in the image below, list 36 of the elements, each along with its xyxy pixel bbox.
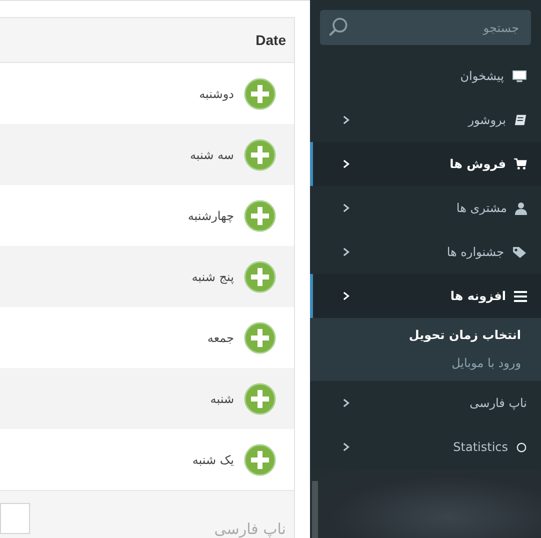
add-icon[interactable] xyxy=(244,200,276,232)
add-icon[interactable] xyxy=(244,138,276,170)
table-cell: سه شنبه xyxy=(190,148,234,162)
column-header: Date xyxy=(256,32,286,48)
submenu-item[interactable]: انتخاب زمان تحویل xyxy=(310,321,541,349)
table-cell: یک شنبه xyxy=(192,452,234,466)
menu-item[interactable]: افزونه ها xyxy=(310,274,541,318)
menu-item[interactable]: پیشخوان xyxy=(310,54,541,98)
scrollbar[interactable] xyxy=(312,481,318,538)
add-icon[interactable] xyxy=(244,78,276,110)
table-cell: جمعه xyxy=(207,330,234,344)
menu-item[interactable]: فروش ها xyxy=(310,142,541,186)
table-cell: چهارشنبه xyxy=(188,208,234,222)
submenu-item[interactable]: ورود با موبایل xyxy=(310,349,541,377)
menu-item[interactable]: بروشور xyxy=(310,98,541,142)
table-cell: شنبه xyxy=(210,392,234,406)
book-icon xyxy=(514,114,527,126)
circle-icon xyxy=(516,442,527,452)
menu-item[interactable]: مشتری ها xyxy=(310,186,541,230)
menu-item[interactable]: جشنواره ها xyxy=(310,230,541,274)
add-icon[interactable] xyxy=(244,322,276,354)
checkbox[interactable] xyxy=(0,503,30,534)
add-icon[interactable] xyxy=(244,382,276,414)
user-icon xyxy=(515,202,527,214)
menu-icon xyxy=(514,290,527,302)
table-cell: پنج شنبه xyxy=(192,270,234,284)
search-field[interactable]: جستجو xyxy=(320,10,531,45)
monitor-icon xyxy=(512,70,527,82)
tag-icon xyxy=(512,246,527,258)
table-cell: دوشنبه xyxy=(199,86,234,100)
cart-icon xyxy=(514,158,527,170)
add-icon[interactable] xyxy=(244,444,276,476)
menu-item[interactable]: ناپ فارسی xyxy=(310,381,541,425)
footer-label: ناپ فارسی xyxy=(213,520,286,538)
add-icon[interactable] xyxy=(244,260,276,292)
menu-item[interactable]: Statistics xyxy=(310,425,541,469)
